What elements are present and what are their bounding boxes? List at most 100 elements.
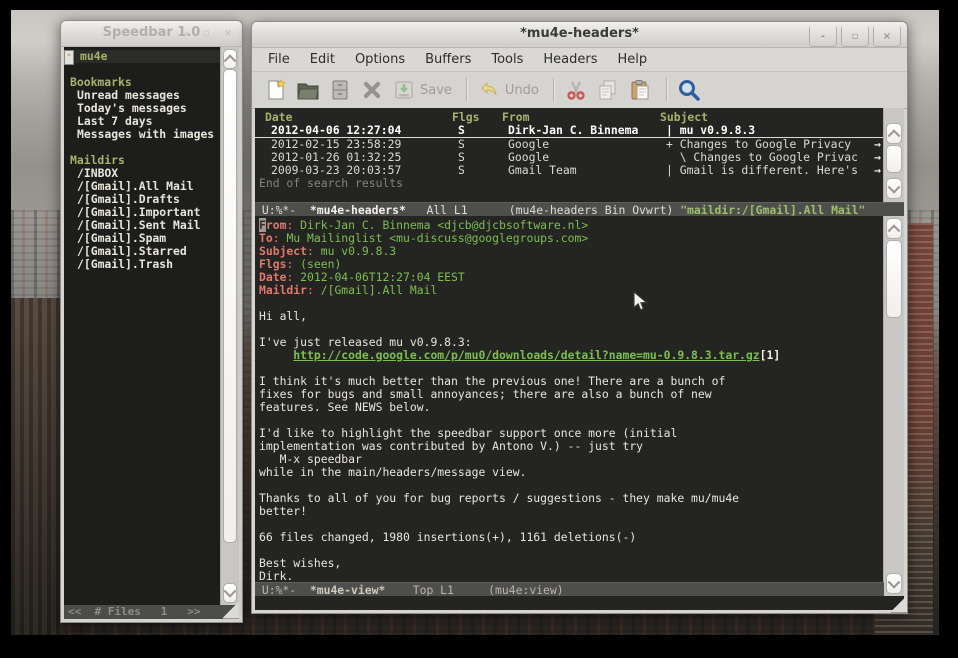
maximize-icon: ▫ (852, 31, 859, 42)
headers-rows: 2012-04-06 12:27:04SDirk-Jan C. Binnema|… (255, 124, 884, 177)
close-icon: × (883, 31, 891, 42)
emacs-window: *mu4e-headers* - ▫ × FileEditOptionsBuff… (251, 21, 908, 614)
body-pre-link: Hi all, I've just released mu v0.9.8.3: (259, 297, 884, 349)
close-button[interactable]: × (873, 27, 901, 47)
chevron-up-icon (888, 224, 901, 237)
undo-label[interactable]: Undo (505, 83, 539, 98)
modeline-buffer-name: *mu4e-headers* (310, 203, 406, 217)
scissors-icon (564, 78, 588, 102)
resize-grip[interactable] (891, 596, 907, 613)
paste-button[interactable] (626, 77, 654, 103)
undo-button[interactable] (475, 77, 503, 103)
body-post-link: I think it's much better than the previo… (259, 362, 884, 582)
link-footnote-ref: [1] (760, 348, 781, 362)
headers-modeline: U:%*- *mu4e-headers* All L1 (mu4e-header… (255, 202, 904, 216)
headers-scrollbar[interactable] (883, 108, 904, 202)
menu-item-buffers[interactable]: Buffers (415, 50, 481, 69)
close-buffer-button[interactable] (358, 77, 386, 103)
copy-icon (596, 78, 620, 102)
message-link[interactable]: http://code.google.com/p/mu0/downloads/d… (293, 348, 759, 362)
desktop-building-left (11, 298, 63, 636)
chevron-down-icon (888, 180, 901, 193)
header-row[interactable]: 2009-03-23 20:03:57SGmail Team| Gmail is… (255, 164, 884, 177)
new-file-icon (264, 78, 288, 102)
column-subject[interactable]: Subject (660, 111, 708, 124)
view-field-maildir: Maildir: /[Gmail].All Mail (259, 284, 884, 297)
maximize-button[interactable]: ▫ (841, 27, 869, 47)
file-cabinet-icon (328, 78, 352, 102)
end-of-results: End of search results (255, 177, 884, 190)
toolbar: Save Undo (252, 72, 907, 109)
menu-item-file[interactable]: File (258, 50, 300, 69)
open-folder-icon (296, 78, 320, 102)
search-icon (676, 77, 702, 103)
scrollbar-thumb[interactable] (886, 145, 902, 173)
menu-item-options[interactable]: Options (345, 50, 415, 69)
toolbar-separator (466, 78, 467, 102)
menu-item-headers[interactable]: Headers (533, 50, 607, 69)
speedbar-status-bar: << # Files 1 >> (64, 605, 239, 619)
scroll-down-button[interactable] (223, 583, 237, 603)
speedbar-root-mu4e[interactable]: mu4e (64, 50, 221, 63)
view-modeline: U:%*- *mu4e-view* Top L1 (mu4e:view) (255, 582, 884, 596)
view-fields: From: Dirk-Jan C. Binnema <djcb@djcbsoft… (259, 219, 884, 297)
search-button[interactable] (675, 77, 703, 103)
scroll-up-button[interactable] (886, 123, 902, 144)
header-row[interactable]: 2012-04-06 12:27:04SDirk-Jan C. Binnema|… (255, 124, 884, 138)
menu-item-edit[interactable]: Edit (300, 50, 345, 69)
copy-button[interactable] (594, 77, 622, 103)
save-button[interactable] (390, 77, 418, 103)
truncation-arrow-icon: → (874, 164, 881, 177)
scrollbar-thumb[interactable] (223, 69, 237, 543)
emacs-frame: Date Flgs From Subject 2012-04-06 12:27:… (255, 108, 904, 610)
view-field-subject: Subject: mu v0.9.8.3 (259, 245, 884, 258)
minimize-icon: - (821, 31, 825, 42)
open-file-button[interactable] (294, 77, 322, 103)
view-scrollbar[interactable] (883, 216, 904, 610)
cut-button[interactable] (562, 77, 590, 103)
column-flags[interactable]: Flgs (452, 111, 479, 124)
menu-bar: FileEditOptionsBuffersToolsHeadersHelp (252, 48, 907, 72)
speedbar-expand-icon[interactable]: * (64, 50, 74, 65)
save-as-button[interactable] (326, 77, 354, 103)
emacs-titlebar[interactable]: *mu4e-headers* - ▫ × (252, 22, 907, 48)
mouse-pointer-icon (633, 291, 649, 313)
scroll-up-button[interactable] (223, 49, 237, 69)
menu-item-tools[interactable]: Tools (481, 50, 533, 69)
chevron-down-icon (888, 575, 901, 588)
resize-grip[interactable] (223, 602, 239, 619)
close-x-icon (360, 78, 384, 102)
scroll-down-button[interactable] (886, 573, 902, 594)
toolbar-separator (666, 78, 667, 102)
new-file-button[interactable] (262, 77, 290, 103)
menu-item-help[interactable]: Help (608, 50, 658, 69)
echo-area[interactable] (255, 596, 904, 610)
maximize-icon[interactable]: ▫ (203, 28, 210, 39)
speedbar-item[interactable]: /[Gmail].Trash (64, 258, 221, 271)
headers-pane: Date Flgs From Subject 2012-04-06 12:27:… (255, 108, 884, 202)
save-icon (392, 78, 416, 102)
speedbar-titlebar[interactable]: Speedbar 1.0 - ▫ × (61, 21, 242, 47)
chevron-down-icon (224, 585, 237, 598)
speedbar-window: Speedbar 1.0 - ▫ × * mu4e BookmarksUnrea… (60, 20, 243, 623)
modeline-buffer-name: *mu4e-view* (310, 583, 385, 597)
scrollbar-thumb[interactable] (886, 240, 902, 318)
chevron-up-icon (224, 54, 237, 67)
scroll-up-button[interactable] (886, 218, 902, 239)
close-icon[interactable]: × (224, 28, 232, 39)
modeline-query: "maildir:/[Gmail].All Mail" (680, 203, 865, 217)
body-link-line: http://code.google.com/p/mu0/downloads/d… (259, 349, 884, 362)
message-view-pane: From: Dirk-Jan C. Binnema <djcb@djcbsoft… (255, 216, 884, 582)
save-label[interactable]: Save (420, 83, 452, 98)
minimize-button[interactable]: - (809, 27, 837, 47)
minimize-icon[interactable]: - (185, 28, 189, 39)
clipboard-icon (628, 78, 652, 102)
text-cursor: F (259, 218, 266, 232)
toolbar-separator (553, 78, 554, 102)
undo-icon (477, 78, 501, 102)
speedbar-item[interactable]: Messages with images (64, 128, 221, 141)
chevron-up-icon (888, 129, 901, 142)
speedbar-tree: mu4e BookmarksUnread messagesToday's mes… (64, 47, 221, 605)
speedbar-scrollbar[interactable] (220, 47, 239, 605)
scroll-down-button[interactable] (886, 178, 902, 199)
